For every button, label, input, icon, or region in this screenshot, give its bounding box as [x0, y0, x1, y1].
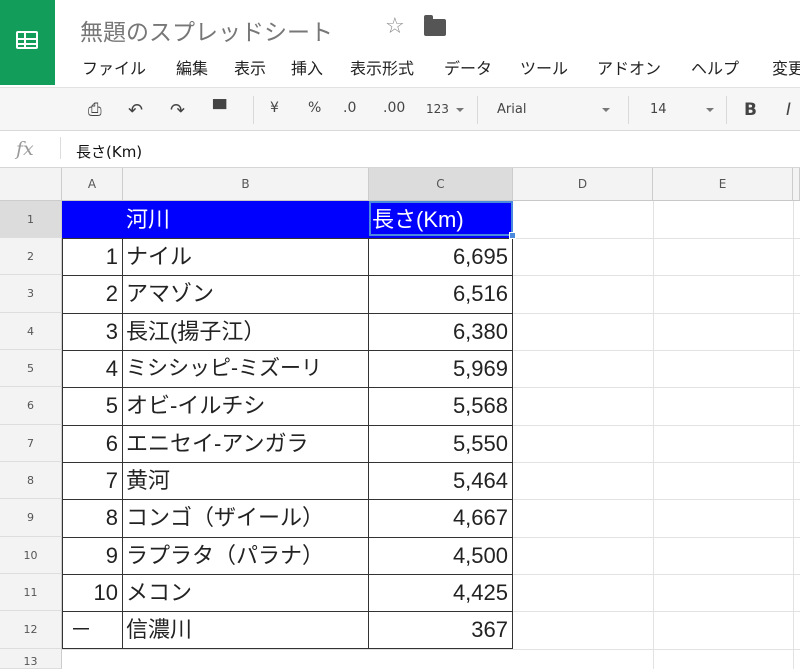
cell-a5[interactable]: 4 [62, 350, 123, 387]
cell-c6[interactable]: 5,568 [369, 387, 513, 425]
star-icon[interactable]: ☆ [385, 14, 405, 39]
cell-a11[interactable]: 10 [62, 574, 123, 611]
menu-edit[interactable]: 編集 [176, 55, 208, 79]
cell-c3[interactable]: 6,516 [369, 275, 513, 313]
row-header-2[interactable]: 2 [0, 238, 62, 275]
cell-c4[interactable]: 6,380 [369, 313, 513, 350]
cell-b4[interactable]: 長江(揚子江） [123, 313, 369, 350]
formula-input[interactable]: 長さ(Km) [76, 141, 142, 162]
increase-decimal-button[interactable]: .00 [383, 100, 405, 116]
cell-a1[interactable] [62, 201, 123, 238]
italic-button[interactable]: I [786, 100, 791, 120]
cell-a10[interactable]: 9 [62, 537, 123, 574]
row-header-9[interactable]: 9 [0, 499, 62, 537]
cell-a7[interactable]: 6 [62, 425, 123, 462]
row-header-11[interactable]: 11 [0, 574, 62, 611]
cell-c8[interactable]: 5,464 [369, 462, 513, 499]
cell-c5[interactable]: 5,969 [369, 350, 513, 387]
column-header-f[interactable] [793, 168, 800, 201]
currency-button[interactable]: ¥ [270, 100, 279, 116]
cell-b3[interactable]: アマゾン [123, 275, 369, 313]
cell-b1[interactable]: 河川 [123, 201, 369, 238]
column-header-a[interactable]: A [62, 168, 123, 201]
cell-c10[interactable]: 4,500 [369, 537, 513, 574]
cell-c7[interactable]: 5,550 [369, 425, 513, 462]
chevron-down-icon [602, 108, 610, 112]
menu-format[interactable]: 表示形式 [350, 55, 414, 79]
cell-c2[interactable]: 6,695 [369, 238, 513, 275]
toolbar: ⎙ ↶ ↷ ▀ ¥ % .0 .00 123 Arial 14 B I [0, 87, 800, 131]
row-header-1[interactable]: 1 [0, 201, 62, 238]
row-header-5[interactable]: 5 [0, 350, 62, 387]
column-header-e[interactable]: E [653, 168, 793, 201]
fx-icon: fx [16, 138, 34, 160]
cell-c9[interactable]: 4,667 [369, 499, 513, 537]
row-header-7[interactable]: 7 [0, 425, 62, 462]
cell-b5[interactable]: ミシシッピ-ミズーリ [123, 350, 369, 387]
font-dropdown[interactable]: Arial [497, 102, 526, 117]
sheets-logo[interactable] [0, 0, 55, 85]
cell-b7[interactable]: エニセイ-アンガラ [123, 425, 369, 462]
document-title[interactable]: 無題のスプレッドシート [80, 13, 333, 47]
folder-icon[interactable] [424, 15, 446, 36]
cell-a4[interactable]: 3 [62, 313, 123, 350]
cell-c12[interactable]: 367 [369, 611, 513, 649]
column-header-c[interactable]: C [369, 168, 513, 201]
menu-addons[interactable]: アドオン [597, 55, 661, 79]
cell-a6[interactable]: 5 [62, 387, 123, 425]
cell-b12[interactable]: 信濃川 [123, 611, 369, 649]
menu-insert[interactable]: 挿入 [291, 55, 323, 79]
cell-a2[interactable]: 1 [62, 238, 123, 275]
cell-a3[interactable]: 2 [62, 275, 123, 313]
menu-view[interactable]: 表示 [234, 55, 266, 79]
chevron-down-icon [456, 108, 464, 112]
row-header-12[interactable]: 12 [0, 611, 62, 649]
decrease-decimal-button[interactable]: .0 [343, 100, 356, 116]
row-header-6[interactable]: 6 [0, 387, 62, 425]
undo-icon[interactable]: ↶ [128, 100, 143, 121]
selected-cell-outline [369, 201, 513, 236]
cell-c11[interactable]: 4,425 [369, 574, 513, 611]
menu-help[interactable]: ヘルプ [691, 55, 739, 79]
fill-handle[interactable] [509, 232, 516, 239]
cell-a9[interactable]: 8 [62, 499, 123, 537]
cell-b8[interactable]: 黄河 [123, 462, 369, 499]
font-size-dropdown[interactable]: 14 [650, 102, 667, 117]
column-header-b[interactable]: B [123, 168, 369, 201]
cell-a12[interactable]: － [62, 611, 123, 649]
cell-a8[interactable]: 7 [62, 462, 123, 499]
row-header-3[interactable]: 3 [0, 275, 62, 313]
column-header-d[interactable]: D [513, 168, 653, 201]
row-header-10[interactable]: 10 [0, 537, 62, 574]
menu-tools[interactable]: ツール [520, 55, 568, 79]
cell-b2[interactable]: ナイル [123, 238, 369, 275]
menu-changes[interactable]: 変更 [772, 55, 800, 79]
menu-file[interactable]: ファイル [82, 55, 146, 79]
row-header-13[interactable]: 13 [0, 649, 62, 669]
row-header-8[interactable]: 8 [0, 462, 62, 499]
bold-button[interactable]: B [744, 100, 757, 120]
cell-b6[interactable]: オビ-イルチシ [123, 387, 369, 425]
percent-button[interactable]: % [308, 100, 321, 116]
sheets-icon [16, 31, 38, 49]
redo-icon[interactable]: ↷ [170, 100, 185, 121]
cell-b10[interactable]: ラプラタ（パラナ） [123, 537, 369, 574]
number-format-dropdown[interactable]: 123 [426, 102, 449, 116]
select-all-corner[interactable] [0, 168, 62, 201]
menu-data[interactable]: データ [444, 55, 492, 79]
row-header-4[interactable]: 4 [0, 313, 62, 350]
cell-b11[interactable]: メコン [123, 574, 369, 611]
paint-format-icon[interactable]: ▀ [213, 100, 226, 120]
print-icon[interactable]: ⎙ [88, 100, 102, 120]
cell-b9[interactable]: コンゴ（ザイール） [123, 499, 369, 537]
chevron-down-icon [706, 108, 714, 112]
